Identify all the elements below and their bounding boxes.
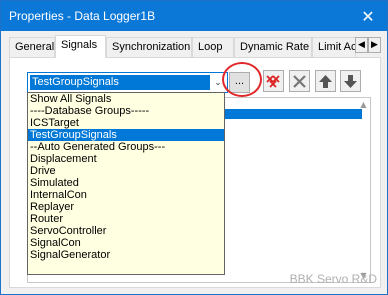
dropdown-item-drive[interactable]: Drive xyxy=(28,165,224,177)
move-down-icon xyxy=(344,74,357,88)
tab-synchronization[interactable]: Synchronization xyxy=(106,37,192,57)
signal-group-combobox[interactable]: TestGroupSignals ⌄ xyxy=(27,72,228,93)
chevron-down-icon[interactable]: ⌄ xyxy=(210,74,226,91)
tab-loop[interactable]: Loop xyxy=(192,37,234,57)
dropdown-item-replayer[interactable]: Replayer xyxy=(28,201,224,213)
tab-dynamic-rate[interactable]: Dynamic Rate xyxy=(234,37,312,57)
dropdown-item-router[interactable]: Router xyxy=(28,213,224,225)
delete-icon xyxy=(293,74,306,88)
watermark-text: BBK Servo R&D xyxy=(289,272,377,286)
selected-list-row[interactable] xyxy=(217,109,362,119)
tab-strip: General Signals Synchronization Loop Dyn… xyxy=(9,35,381,58)
browse-button[interactable]: ... xyxy=(229,72,250,93)
title-bar[interactable]: Properties - Data Logger1B ✕ xyxy=(1,1,387,31)
tab-scroll-left-button[interactable]: ◀ xyxy=(355,37,368,53)
dropdown-item-testgroupsignals[interactable]: TestGroupSignals xyxy=(28,129,224,141)
dropdown-item-servocontroller[interactable]: ServoController xyxy=(28,225,224,237)
dropdown-item-auto-generated-groups-header[interactable]: --Auto Generated Groups--- xyxy=(28,141,224,153)
delete-all-button[interactable] xyxy=(263,70,284,92)
dropdown-item-internalcon[interactable]: InternalCon xyxy=(28,189,224,201)
dropdown-item-signalgenerator[interactable]: SignalGenerator xyxy=(28,249,224,261)
dropdown-item-icstarget[interactable]: ICSTarget xyxy=(28,117,224,129)
window-title: Properties - Data Logger1B xyxy=(9,9,156,23)
signal-group-dropdown[interactable]: Show All Signals ----Database Groups----… xyxy=(27,92,225,275)
dropdown-item-database-groups-header[interactable]: ----Database Groups----- xyxy=(28,105,224,117)
move-up-button[interactable] xyxy=(315,70,336,92)
close-button[interactable]: ✕ xyxy=(349,1,387,31)
delete-button[interactable] xyxy=(289,70,310,92)
properties-window: Properties - Data Logger1B ✕ General Sig… xyxy=(0,0,388,295)
dropdown-item-signalcon[interactable]: SignalCon xyxy=(28,237,224,249)
signal-group-value: TestGroupSignals xyxy=(30,75,210,90)
tab-general[interactable]: General xyxy=(9,37,55,57)
tab-scroll-buttons: ◀ ▶ xyxy=(355,37,381,53)
tab-signals[interactable]: Signals xyxy=(55,35,106,58)
delete-all-icon xyxy=(266,74,280,88)
move-up-icon xyxy=(319,74,332,88)
tab-scroll-right-button[interactable]: ▶ xyxy=(368,37,381,53)
dropdown-item-show-all-signals[interactable]: Show All Signals xyxy=(28,93,224,105)
dropdown-item-simulated[interactable]: Simulated xyxy=(28,177,224,189)
scroll-up-button[interactable]: ▲ xyxy=(358,99,369,110)
move-down-button[interactable] xyxy=(340,70,361,92)
dropdown-item-displacement[interactable]: Displacement xyxy=(28,153,224,165)
tab-limit-act[interactable]: Limit Act xyxy=(312,37,356,57)
